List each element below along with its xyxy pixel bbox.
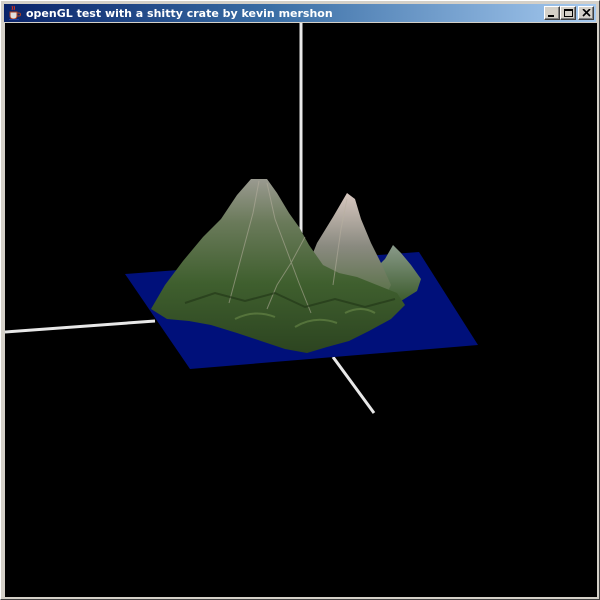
window-title: openGL test with a shitty crate by kevin… bbox=[26, 6, 333, 20]
window-controls bbox=[544, 6, 594, 20]
x-axis-line bbox=[5, 319, 156, 334]
app-window: openGL test with a shitty crate by kevin… bbox=[0, 0, 600, 600]
minimize-button[interactable] bbox=[544, 6, 560, 20]
java-cup-icon[interactable] bbox=[6, 5, 22, 21]
close-button[interactable] bbox=[578, 6, 594, 20]
close-icon bbox=[582, 9, 591, 17]
maximize-button[interactable] bbox=[560, 6, 576, 20]
minimize-icon bbox=[548, 15, 554, 17]
maximize-icon bbox=[564, 9, 573, 17]
3d-scene bbox=[5, 23, 478, 414]
z-axis-line bbox=[331, 356, 376, 414]
opengl-viewport[interactable] bbox=[5, 23, 597, 597]
title-bar[interactable]: openGL test with a shitty crate by kevin… bbox=[4, 4, 596, 22]
